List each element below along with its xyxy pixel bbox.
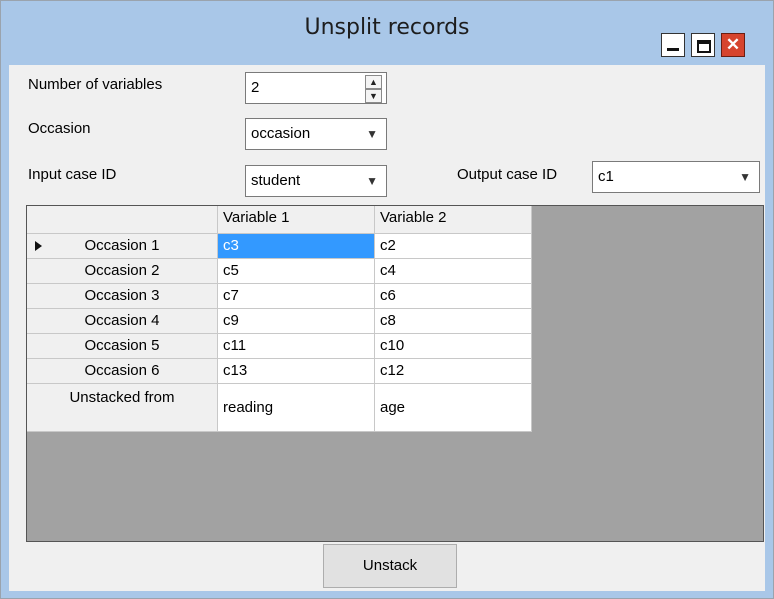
chevron-down-icon: ▼	[366, 127, 378, 141]
num-vars-label: Number of variables	[28, 76, 163, 93]
spin-down-icon[interactable]: ▼	[365, 89, 382, 103]
grid-cell[interactable]: c5	[218, 259, 375, 284]
grid-cell[interactable]: c10	[375, 334, 532, 359]
row-header-occasion-4[interactable]: Occasion 4	[27, 309, 218, 334]
data-grid[interactable]: Variable 1 Variable 2 Occasion 1 c3 c2 O…	[26, 205, 764, 542]
grid-cell[interactable]: c4	[375, 259, 532, 284]
title-bar[interactable]: Unsplit records ✕	[1, 1, 773, 65]
grid-cell[interactable]: c12	[375, 359, 532, 384]
output-case-select[interactable]: c1 ▼	[592, 161, 760, 193]
row-label: Occasion 1	[84, 237, 160, 254]
row-header-unstacked-from[interactable]: Unstacked from	[27, 384, 218, 432]
spin-up-icon[interactable]: ▲	[365, 75, 382, 89]
grid-cell[interactable]: age	[375, 384, 532, 432]
row-header-occasion-1[interactable]: Occasion 1	[27, 234, 218, 259]
grid-cell[interactable]: c8	[375, 309, 532, 334]
input-case-select[interactable]: student ▼	[245, 165, 387, 197]
chevron-down-icon: ▼	[739, 170, 751, 184]
col-header-variable-2[interactable]: Variable 2	[375, 206, 532, 234]
close-button[interactable]: ✕	[721, 33, 745, 57]
grid-cell[interactable]: c7	[218, 284, 375, 309]
maximize-button[interactable]	[691, 33, 715, 57]
grid-cell[interactable]: c2	[375, 234, 532, 259]
grid-cell[interactable]: reading	[218, 384, 375, 432]
grid-cell[interactable]: c13	[218, 359, 375, 384]
dialog-body: Number of variables 2 ▲ ▼ Occasion occas…	[9, 65, 765, 591]
chevron-down-icon: ▼	[366, 174, 378, 188]
close-icon: ✕	[725, 35, 741, 54]
grid-cell[interactable]: c6	[375, 284, 532, 309]
grid-cell[interactable]: c3	[218, 234, 375, 259]
current-row-indicator-icon	[35, 241, 42, 251]
row-header-occasion-6[interactable]: Occasion 6	[27, 359, 218, 384]
row-header-occasion-2[interactable]: Occasion 2	[27, 259, 218, 284]
row-header-occasion-5[interactable]: Occasion 5	[27, 334, 218, 359]
num-vars-stepper[interactable]: 2 ▲ ▼	[245, 72, 387, 104]
window-title: Unsplit records	[304, 15, 470, 40]
occasion-value: occasion	[251, 125, 311, 142]
col-header-variable-1[interactable]: Variable 1	[218, 206, 375, 234]
dialog-window: Unsplit records ✕ Number of variables 2 …	[0, 0, 774, 599]
output-case-value: c1	[598, 168, 614, 185]
unstack-button[interactable]: Unstack	[323, 544, 457, 588]
row-header-occasion-3[interactable]: Occasion 3	[27, 284, 218, 309]
occasion-label: Occasion	[28, 120, 91, 137]
grid-cell[interactable]: c9	[218, 309, 375, 334]
grid-cell[interactable]: c11	[218, 334, 375, 359]
grid-corner	[27, 206, 218, 234]
output-case-label: Output case ID	[457, 166, 558, 183]
occasion-select[interactable]: occasion ▼	[245, 118, 387, 150]
num-vars-value: 2	[251, 79, 260, 96]
input-case-value: student	[251, 172, 301, 189]
minimize-button[interactable]	[661, 33, 685, 57]
input-case-label: Input case ID	[28, 166, 117, 183]
